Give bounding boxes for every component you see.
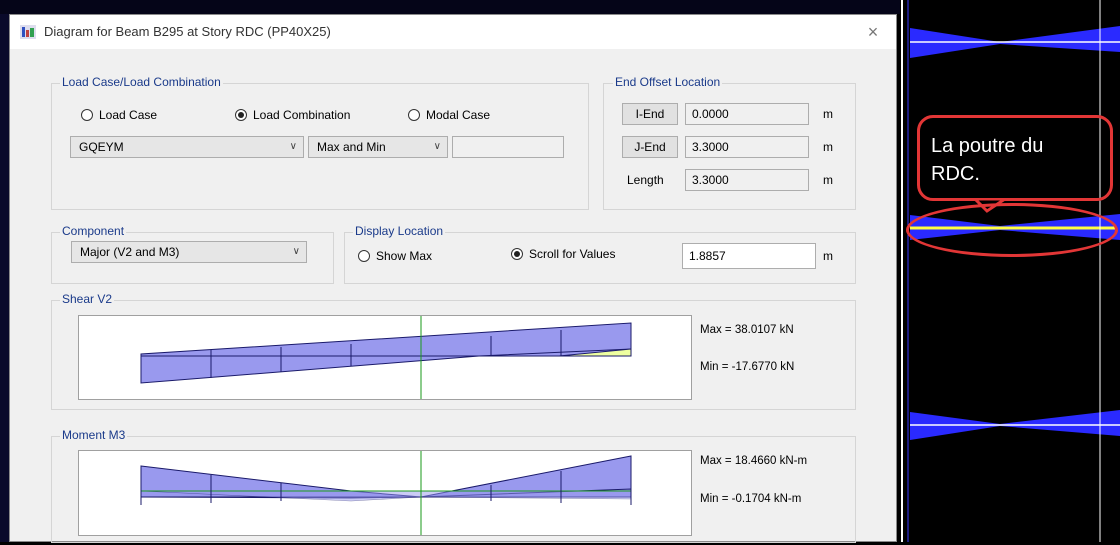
- radio-load-case[interactable]: Load Case: [81, 108, 157, 122]
- length-field[interactable]: 3.3000: [685, 169, 809, 191]
- moment-min: Min = -0.1704 kN-m: [700, 493, 802, 505]
- radio-dot: [81, 109, 93, 121]
- radio-load-case-label: Load Case: [99, 108, 158, 122]
- length-label: Length: [627, 173, 664, 187]
- radio-dot-selected: [235, 109, 247, 121]
- max-min-value: Max and Min: [317, 140, 386, 154]
- load-case-legend: Load Case/Load Combination: [60, 75, 223, 89]
- moment-diagram: [140, 451, 632, 535]
- location-value-field[interactable]: 1.8857: [682, 243, 816, 269]
- beam-highlight-ellipse: [906, 203, 1118, 257]
- j-end-unit: m: [823, 140, 833, 154]
- component-legend: Component: [60, 224, 127, 238]
- extra-field[interactable]: [452, 136, 564, 158]
- window-title: Diagram for Beam B295 at Story RDC (PP40…: [44, 24, 331, 39]
- radio-load-combination[interactable]: Load Combination: [235, 108, 350, 122]
- location-unit: m: [823, 249, 833, 263]
- length-unit: m: [823, 173, 833, 187]
- beam-diagram-view: [901, 0, 1120, 542]
- close-button[interactable]: ×: [858, 19, 888, 45]
- shear-legend: Shear V2: [60, 292, 115, 306]
- cad-background-top: [0, 0, 910, 14]
- radio-scroll-for-values-label: Scroll for Values: [529, 247, 616, 261]
- display-location-legend: Display Location: [353, 224, 446, 238]
- component-value: Major (V2 and M3): [80, 245, 180, 259]
- annotation-line2: RDC.: [931, 163, 980, 185]
- radio-dot: [408, 109, 420, 121]
- radio-modal-case-label: Modal Case: [426, 108, 491, 122]
- radio-dot: [358, 250, 370, 262]
- component-select[interactable]: Major (V2 and M3) ∨: [71, 241, 307, 263]
- radio-show-max[interactable]: Show Max: [358, 249, 432, 263]
- end-offset-legend: End Offset Location: [613, 75, 723, 89]
- annotation-callout: La poutre du RDC.: [917, 115, 1113, 201]
- moment-legend: Moment M3: [60, 428, 128, 442]
- shear-min: Min = -17.6770 kN: [700, 361, 795, 373]
- cad-model-view: [900, 0, 1120, 542]
- j-end-button[interactable]: J-End: [622, 136, 678, 158]
- radio-dot-selected: [511, 248, 523, 260]
- chevron-down-icon: ∨: [289, 141, 297, 152]
- j-end-field[interactable]: 3.3000: [685, 136, 809, 158]
- chevron-down-icon: ∨: [292, 246, 300, 257]
- shear-plot: [78, 315, 692, 400]
- radio-modal-case[interactable]: Modal Case: [408, 108, 490, 122]
- load-combination-select[interactable]: GQEYM ∨: [70, 136, 304, 158]
- app-icon: [20, 25, 36, 39]
- i-end-button[interactable]: I-End: [622, 103, 678, 125]
- annotation-line1: La poutre du: [931, 135, 1044, 157]
- moment-plot: [78, 450, 692, 536]
- radio-load-combination-label: Load Combination: [253, 108, 351, 122]
- moment-max: Max = 18.4660 kN-m: [700, 455, 808, 467]
- shear-max: Max = 38.0107 kN: [700, 324, 794, 336]
- shear-diagram: [140, 316, 632, 399]
- i-end-unit: m: [823, 107, 833, 121]
- i-end-field[interactable]: 0.0000: [685, 103, 809, 125]
- radio-scroll-for-values[interactable]: Scroll for Values: [511, 247, 615, 261]
- radio-show-max-label: Show Max: [376, 249, 433, 263]
- chevron-down-icon: ∨: [433, 141, 441, 152]
- max-min-select[interactable]: Max and Min ∨: [308, 136, 448, 158]
- diagram-dialog: Diagram for Beam B295 at Story RDC (PP40…: [9, 14, 897, 543]
- title-bar: Diagram for Beam B295 at Story RDC (PP40…: [10, 15, 896, 49]
- load-combination-value: GQEYM: [79, 140, 124, 154]
